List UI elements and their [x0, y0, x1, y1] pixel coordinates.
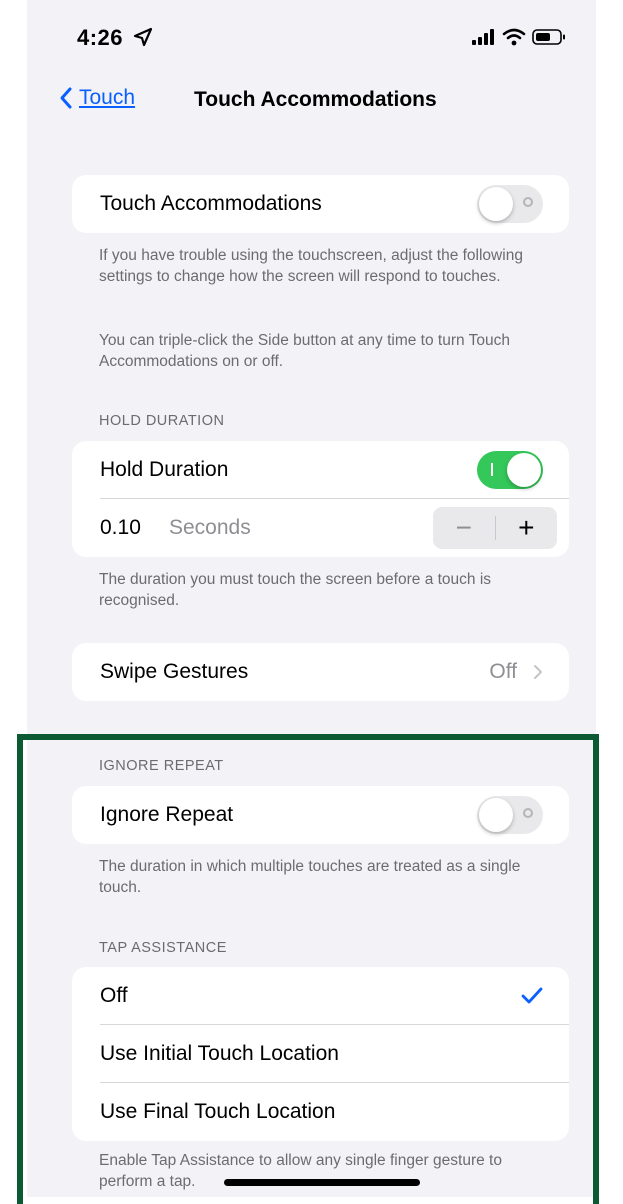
battery-icon	[532, 29, 565, 45]
touch-accommodations-footer-2: You can triple-click the Side button at …	[99, 332, 510, 370]
location-arrow-icon	[133, 27, 153, 47]
ignore-repeat-header: IGNORE REPEAT	[99, 758, 224, 774]
hold-duration-stepper: − +	[433, 507, 557, 549]
touch-accommodations-group: Touch Accommodations	[72, 175, 569, 233]
switch-knob	[479, 187, 513, 221]
chevron-right-icon	[534, 665, 542, 679]
tap-assistance-group: Off Use Initial Touch Location Use Final…	[72, 967, 569, 1141]
settings-screen: 4:26 Touch Touch Accommodations Touch Ac…	[27, 0, 596, 1197]
touch-accommodations-switch[interactable]	[477, 185, 543, 223]
swipe-gestures-group: Swipe Gestures Off	[72, 643, 569, 701]
back-label: Touch	[79, 86, 136, 109]
ignore-repeat-row: Ignore Repeat	[72, 786, 569, 844]
swipe-gestures-label: Swipe Gestures	[100, 660, 249, 683]
cellular-signal-icon	[472, 29, 494, 45]
navigation-bar: Touch Touch Accommodations	[27, 80, 596, 120]
back-button[interactable]: Touch	[59, 86, 135, 110]
tap-assistance-option-label: Off	[100, 984, 128, 1007]
switch-knob	[507, 453, 541, 487]
touch-accommodations-row: Touch Accommodations	[72, 175, 569, 233]
tap-assistance-option-label: Use Final Touch Location	[100, 1100, 336, 1123]
swipe-gestures-row[interactable]: Swipe Gestures Off	[72, 643, 569, 701]
status-bar: 4:26	[27, 0, 596, 70]
stepper-increment-button[interactable]: +	[496, 507, 558, 549]
ignore-repeat-switch[interactable]	[477, 796, 543, 834]
swipe-gestures-value: Off	[489, 660, 517, 683]
hold-duration-group: Hold Duration 0.10 Seconds − +	[72, 441, 569, 557]
ignore-repeat-group: Ignore Repeat	[72, 786, 569, 844]
switch-on-glyph	[491, 463, 493, 476]
tap-assistance-option-initial[interactable]: Use Initial Touch Location	[72, 1025, 569, 1083]
tap-assistance-option-label: Use Initial Touch Location	[100, 1042, 339, 1065]
home-indicator[interactable]	[224, 1179, 420, 1186]
status-time: 4:26	[77, 25, 124, 50]
hold-duration-footer: The duration you must touch the screen b…	[99, 571, 492, 609]
hold-duration-value-row: 0.10 Seconds − +	[72, 499, 569, 557]
hold-duration-label: Hold Duration	[100, 458, 229, 481]
wifi-icon	[502, 28, 526, 46]
tap-assistance-header: TAP ASSISTANCE	[99, 940, 227, 956]
hold-duration-header: HOLD DURATION	[99, 413, 225, 429]
tap-assistance-option-off[interactable]: Off	[72, 967, 569, 1025]
ignore-repeat-footer: The duration in which multiple touches a…	[99, 858, 521, 896]
page-title: Touch Accommodations	[194, 88, 437, 111]
hold-duration-value: 0.10	[100, 516, 141, 539]
stepper-decrement-button[interactable]: −	[433, 507, 495, 549]
switch-off-glyph	[523, 197, 533, 207]
status-icons	[472, 28, 566, 46]
hold-duration-unit: Seconds	[169, 516, 251, 539]
hold-duration-switch[interactable]	[477, 451, 543, 489]
ignore-repeat-label: Ignore Repeat	[100, 803, 234, 826]
chevron-left-icon	[60, 87, 72, 109]
tap-assistance-option-final[interactable]: Use Final Touch Location	[72, 1083, 569, 1141]
hold-duration-row: Hold Duration	[72, 441, 569, 499]
checkmark-icon	[521, 987, 543, 1004]
switch-knob	[479, 798, 513, 832]
touch-accommodations-footer-1: If you have trouble using the touchscree…	[99, 247, 523, 285]
touch-accommodations-label: Touch Accommodations	[100, 192, 322, 215]
switch-off-glyph	[523, 808, 533, 818]
